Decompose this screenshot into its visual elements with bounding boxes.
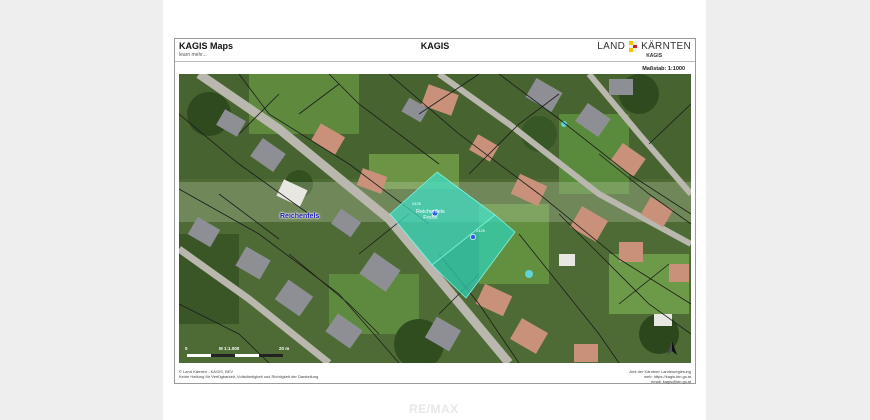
brand-text-right: KÄRNTEN — [641, 41, 691, 52]
north-arrow-icon — [667, 341, 677, 355]
parcel-label: Reichenfels Frohn — [416, 209, 445, 221]
header-divider — [175, 61, 695, 62]
place-label: Reichenfels — [280, 213, 320, 220]
map-pin-icon[interactable] — [470, 234, 476, 240]
scale-bar-end: 20 m — [279, 346, 290, 351]
brand-text-left: LAND — [597, 41, 626, 52]
footer-right: Amt der Kärntner Landesregierung web: ht… — [629, 369, 691, 384]
brand-logo-block: LAND KÄRNTEN KAGIS — [597, 41, 691, 59]
scale-label: Maßstab: 1:1000 — [642, 66, 685, 72]
parcel-number: 2425 — [476, 228, 485, 233]
remax-watermark: RE/MAX — [409, 402, 459, 416]
scale-bar — [187, 354, 283, 357]
carinthia-logo-icon — [629, 41, 638, 52]
brand-subtitle: KAGIS — [646, 53, 663, 59]
aerial-map[interactable]: Reichenfels 2426 Reichenfels Frohn 2425 … — [179, 74, 691, 363]
map-print-frame: KAGIS Maps learn mehr... KAGIS LAND KÄRN… — [174, 38, 696, 384]
parcel-number: 2426 — [412, 201, 421, 206]
scale-bar-start: 0 — [185, 346, 188, 351]
app-subtitle: learn mehr... — [179, 52, 207, 58]
footer-left: © Land Kärnten - KAGIS, BEV Keine Haftun… — [179, 369, 319, 379]
scale-bar-ratio: M 1:1.000 — [219, 346, 240, 351]
